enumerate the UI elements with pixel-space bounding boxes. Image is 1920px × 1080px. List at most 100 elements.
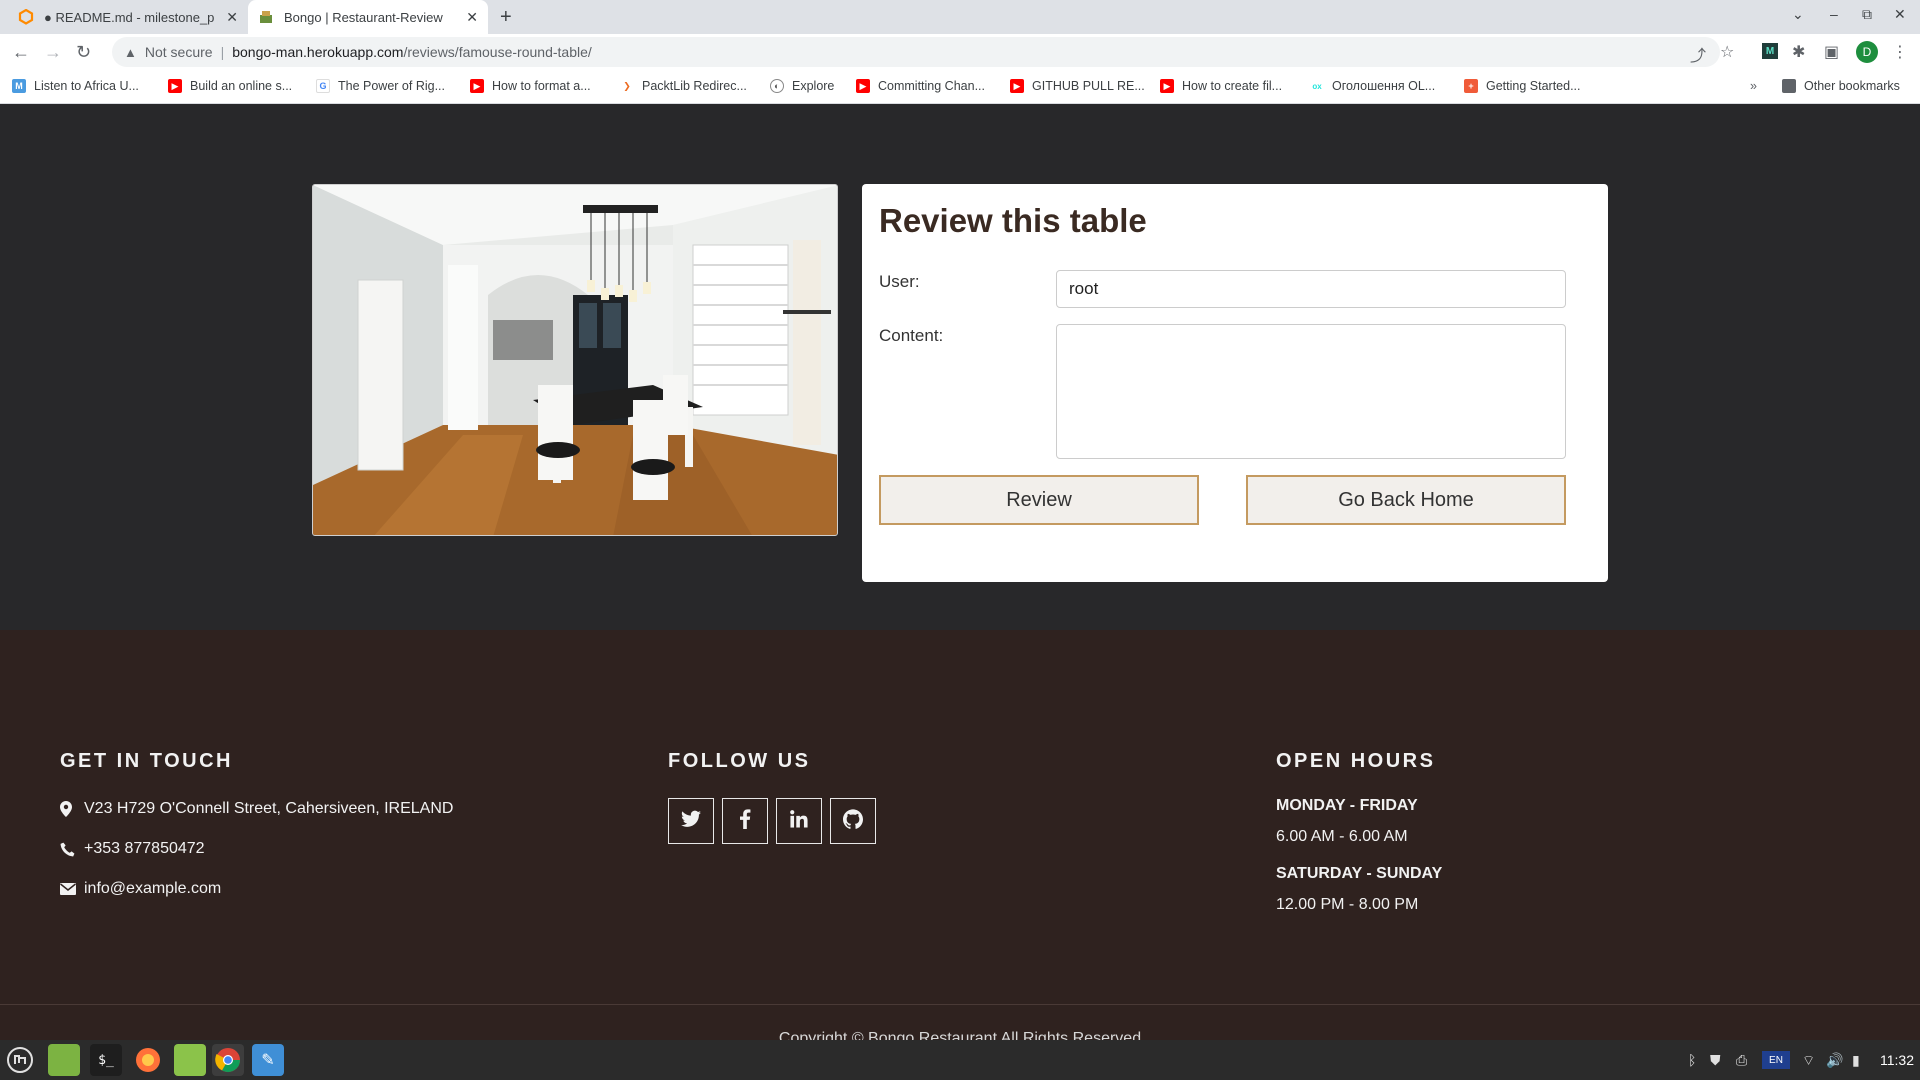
show-desktop-icon[interactable]: [48, 1044, 80, 1076]
tab-title: Bongo | Restaurant-Review: [284, 9, 443, 25]
youtube-icon: ▶: [856, 79, 870, 93]
restore-icon[interactable]: ⧉: [1862, 6, 1872, 23]
twitter-button[interactable]: [668, 798, 714, 844]
close-window-icon[interactable]: ✕: [1894, 6, 1906, 23]
github-icon: [843, 808, 863, 834]
m-bookmark-icon: M: [12, 79, 26, 93]
footer-divider: [0, 1004, 1920, 1005]
forward-arrow-icon[interactable]: →: [44, 42, 62, 63]
firefox-icon[interactable]: [132, 1044, 164, 1076]
printer-icon[interactable]: ⎙: [1736, 1052, 1747, 1069]
star-icon[interactable]: ☆: [1720, 42, 1734, 62]
go-back-home-button[interactable]: Go Back Home: [1246, 475, 1566, 525]
youtube-icon: ▶: [168, 79, 182, 93]
linkedin-button[interactable]: [776, 798, 822, 844]
browser-tab-strip: ● README.md - milestone_pr ✕ Bongo | Res…: [0, 0, 1920, 34]
facebook-button[interactable]: [722, 798, 768, 844]
reload-icon[interactable]: ↻: [76, 42, 91, 63]
more-bookmarks-icon[interactable]: »: [1750, 79, 1757, 93]
plus-bookmark-icon: +: [1464, 79, 1478, 93]
user-input[interactable]: [1056, 270, 1566, 308]
google-icon: G: [316, 79, 330, 93]
hours-heading: OPEN HOURS: [1276, 750, 1436, 772]
review-button[interactable]: Review: [879, 475, 1199, 525]
url-host: bongo-man.herokuapp.com: [232, 44, 404, 60]
bookmark-item[interactable]: ▶ Build an online s...: [168, 79, 292, 93]
phone-icon: [60, 842, 78, 857]
bookmark-item[interactable]: ▶ GITHUB PULL RE...: [1010, 79, 1145, 93]
os-taskbar: $_ ✎ ᛒ ⛊ ⎙ EN ⌔ 🔊 ▮ 11:32: [0, 1040, 1920, 1080]
profile-avatar[interactable]: D: [1856, 41, 1878, 63]
envelope-icon: [60, 883, 78, 895]
weekend-time: 12.00 PM - 8.00 PM: [1276, 896, 1419, 913]
browser-toolbar: ← → ↻ ▲ Not secure | bongo-man.herokuapp…: [0, 34, 1920, 70]
uk-flag-icon[interactable]: EN: [1762, 1051, 1790, 1069]
address-line: V23 H729 O'Connell Street, Cahersiveen, …: [60, 800, 453, 818]
minimize-icon[interactable]: –: [1830, 6, 1838, 22]
security-label: Not secure: [144, 44, 213, 60]
other-bookmarks[interactable]: Other bookmarks: [1782, 79, 1900, 93]
twitter-icon: [681, 810, 701, 833]
weekend-label: SATURDAY - SUNDAY: [1276, 865, 1443, 882]
packt-icon: ❯: [620, 79, 634, 93]
text-editor-icon[interactable]: ✎: [252, 1044, 284, 1076]
tab-search-icon[interactable]: ⌄: [1792, 6, 1804, 23]
close-tab-icon[interactable]: ✕: [466, 9, 478, 26]
puzzle-extensions-icon[interactable]: ✱: [1792, 42, 1805, 62]
bluetooth-icon[interactable]: ᛒ: [1688, 1052, 1696, 1068]
close-tab-icon[interactable]: ✕: [226, 9, 238, 26]
clock[interactable]: 11:32: [1880, 1052, 1914, 1068]
tab-readme[interactable]: ● README.md - milestone_pr ✕: [8, 0, 248, 34]
youtube-icon: ▶: [1160, 79, 1174, 93]
shield-icon[interactable]: ⛊: [1710, 1052, 1721, 1069]
linkedin-icon: [790, 809, 808, 833]
start-menu-icon[interactable]: [4, 1044, 36, 1076]
terminal-icon[interactable]: $_: [90, 1044, 122, 1076]
bookmark-item[interactable]: M Listen to Africa U...: [12, 79, 139, 93]
youtube-icon: ▶: [1010, 79, 1024, 93]
url-path: /reviews/famouse-round-table/: [403, 44, 592, 60]
bookmark-item[interactable]: ▶ How to create fil...: [1160, 79, 1282, 93]
new-tab-icon[interactable]: +: [500, 6, 512, 29]
restaurant-favicon-icon: [258, 9, 274, 25]
files-folder-icon[interactable]: [174, 1044, 206, 1076]
content-textarea[interactable]: [1056, 324, 1566, 459]
weekday-label: MONDAY - FRIDAY: [1276, 797, 1418, 814]
content-label: Content:: [879, 326, 944, 345]
follow-heading: FOLLOW US: [668, 750, 811, 772]
bookmark-item[interactable]: ❯ PacktLib Redirec...: [620, 79, 747, 93]
bookmarks-bar: M Listen to Africa U... ▶ Build an online …: [0, 70, 1920, 104]
compass-icon: ◐: [770, 79, 784, 93]
bookmark-item[interactable]: ▶ Committing Chan...: [856, 79, 985, 93]
battery-icon[interactable]: ▮: [1852, 1052, 1860, 1069]
extension-m-icon[interactable]: M: [1762, 43, 1778, 59]
bookmark-item[interactable]: G The Power of Rig...: [316, 79, 445, 93]
weekday-time: 6.00 AM - 6.00 AM: [1276, 828, 1408, 845]
bookmark-item[interactable]: ◐ Explore: [770, 79, 834, 93]
back-arrow-icon[interactable]: ←: [12, 42, 30, 63]
github-button[interactable]: [830, 798, 876, 844]
table-photo: [312, 184, 838, 536]
volume-icon[interactable]: 🔊: [1826, 1052, 1843, 1069]
share-icon[interactable]: ⤴: [1690, 42, 1706, 66]
bookmark-item[interactable]: ▶ How to format a...: [470, 79, 591, 93]
address-bar[interactable]: ▲ Not secure | bongo-man.herokuapp.com /…: [112, 37, 1720, 67]
tab-title: ● README.md - milestone_pr: [44, 9, 214, 25]
email-line[interactable]: info@example.com: [60, 880, 221, 898]
olx-icon: ox: [1310, 79, 1324, 93]
kebab-menu-icon[interactable]: ⋮: [1892, 42, 1908, 62]
bookmark-item[interactable]: + Getting Started...: [1464, 79, 1581, 93]
bookmark-item[interactable]: ox Оголошення OL...: [1310, 79, 1435, 93]
chrome-icon[interactable]: [212, 1044, 244, 1076]
tab-bongo[interactable]: Bongo | Restaurant-Review ✕: [248, 0, 488, 34]
url-separator: |: [220, 44, 225, 60]
warning-icon: ▲: [124, 44, 137, 60]
folder-icon: [1782, 79, 1796, 93]
side-panel-icon[interactable]: ▣: [1824, 42, 1839, 62]
wifi-icon[interactable]: ⌔: [1802, 1052, 1815, 1070]
site-footer: GET IN TOUCH V23 H729 O'Connell Street, …: [0, 630, 1920, 1047]
review-form-title: Review this table: [879, 202, 1147, 239]
gitpod-icon: [18, 9, 34, 25]
facebook-icon: [739, 808, 751, 834]
review-form-card: Review this table User: Content: Review …: [862, 184, 1608, 582]
